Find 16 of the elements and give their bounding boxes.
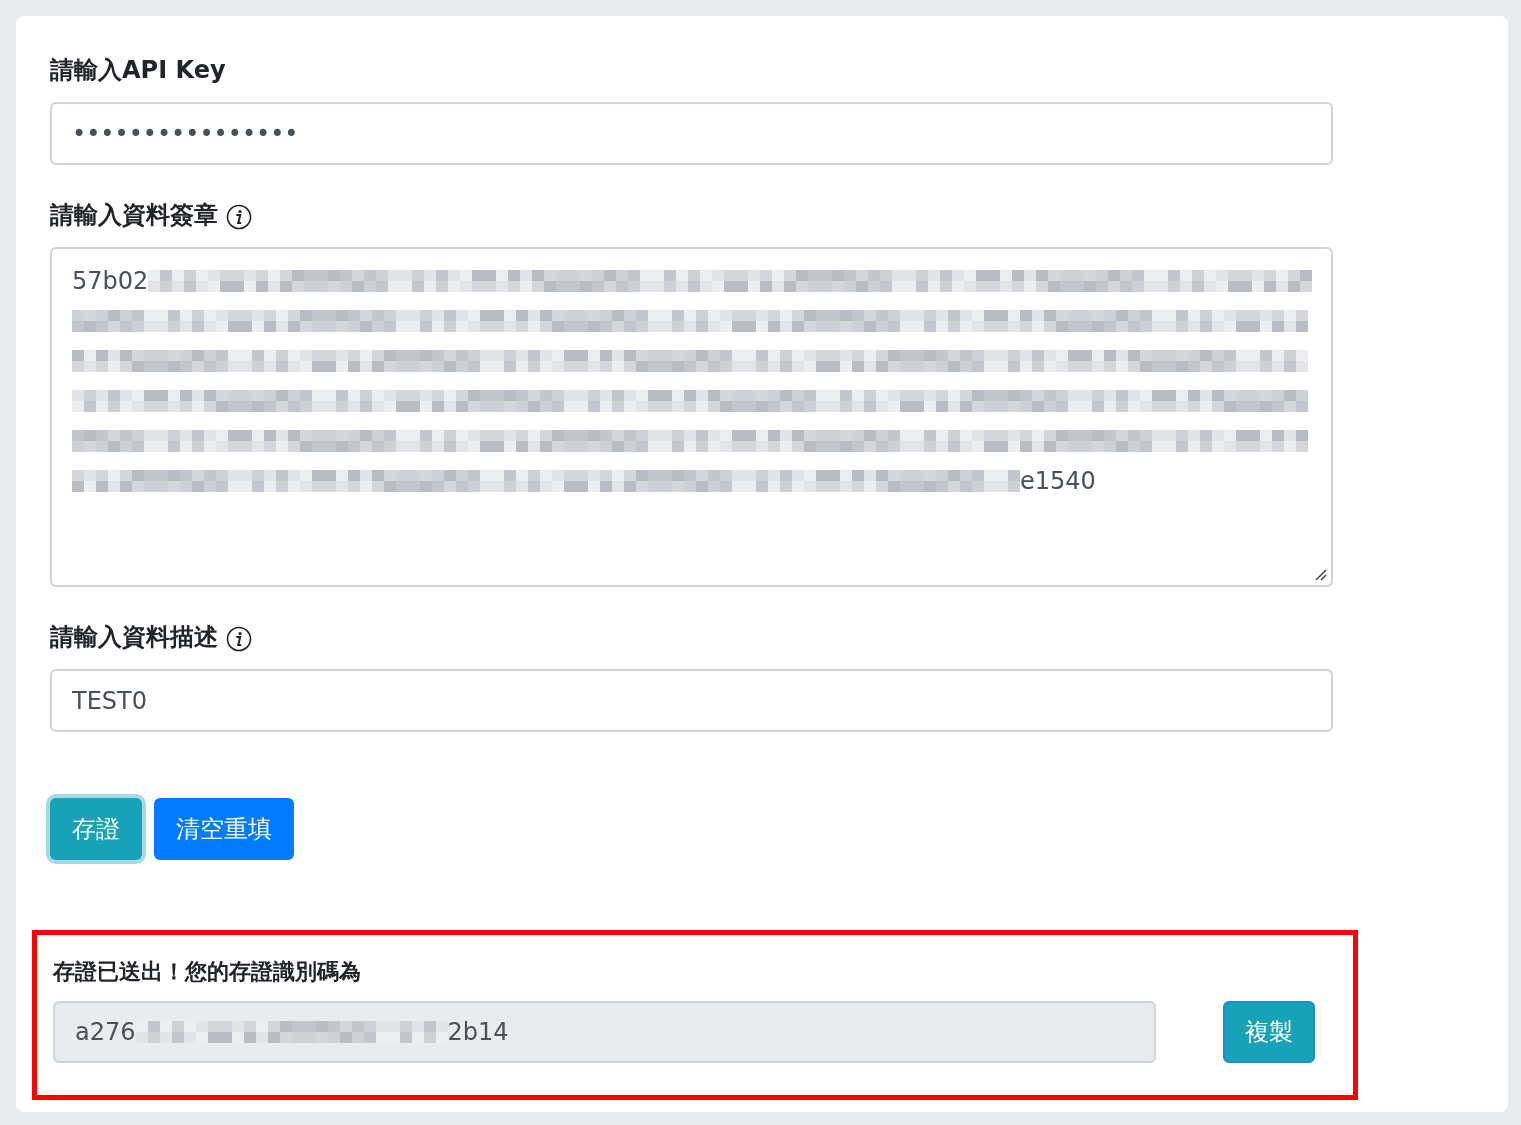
info-icon[interactable] [226, 204, 252, 230]
result-message: 存證已送出！您的存證識別碼為 [53, 958, 362, 986]
field-label: 請輸入資料簽章 [50, 200, 218, 231]
resize-grip-icon[interactable] [1313, 567, 1327, 581]
signature-text: 57b02 [72, 267, 149, 295]
info-icon[interactable] [226, 626, 252, 652]
description-field[interactable]: TEST0 [50, 669, 1333, 732]
api-key-field[interactable]: •••••••••••••••• [50, 102, 1333, 165]
field-label: 請輸入API Key [50, 55, 226, 86]
identifier-field[interactable]: a276 2b14 [53, 1001, 1156, 1063]
signature-text: e1540 [1020, 467, 1096, 495]
identifier-text: 2b14 [447, 1018, 509, 1046]
identifier-text: a276 [75, 1018, 136, 1046]
signature-field[interactable]: 57b02 e1540 [50, 247, 1333, 587]
reset-button[interactable]: 清空重填 [154, 798, 294, 860]
field-label: 請輸入資料描述 [50, 622, 218, 653]
